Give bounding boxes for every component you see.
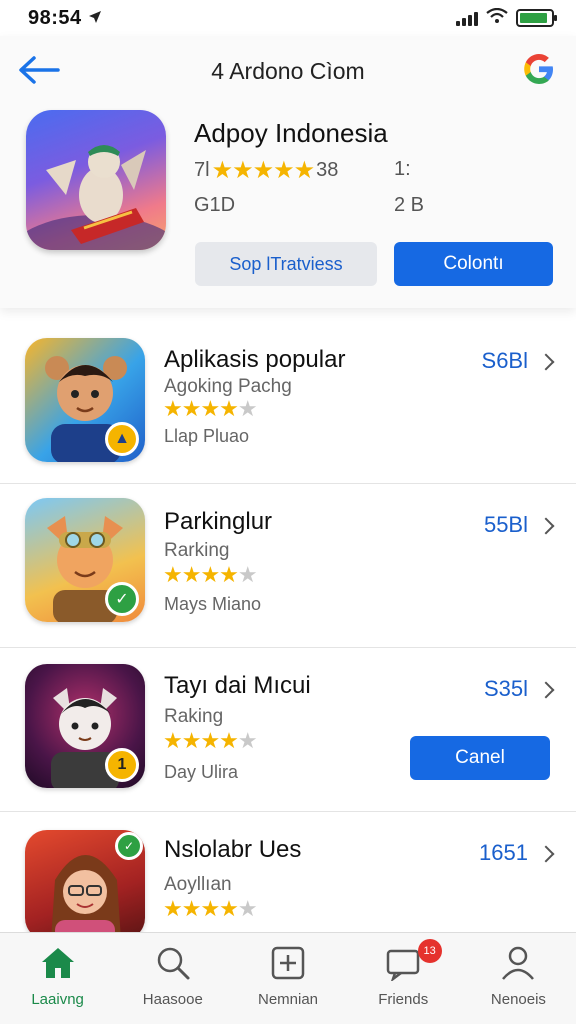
featured-stat-2: 2 B [394,194,425,216]
app-subtitle: Raking [164,706,224,727]
rating-count: 38 [316,159,339,181]
featured-app-size: G1D [194,194,236,216]
app-icon: ✓ [25,498,145,622]
app-badge-icon: ▲ [105,422,139,456]
featured-app-icon[interactable] [26,110,166,250]
app-subtitle: Agoking Pachg [164,376,292,397]
signal-icon [456,10,478,26]
star-rating-icon: ★★★★★ [211,157,316,184]
secondary-action-button[interactable]: Sop lTratviess [195,242,377,286]
battery-icon [516,9,557,27]
chevron-right-icon[interactable] [537,353,555,371]
app-name: Parkinglur [164,508,273,535]
tab-add[interactable]: Nemnian [230,933,345,1024]
app-meta: Day Ulira [164,762,239,782]
list-item[interactable]: ✓ Parkinglur Rarking ★★★★★ Mays Miano 55… [0,484,576,648]
location-arrow-icon [88,7,102,30]
primary-action-button[interactable]: Colontı [394,242,553,286]
featured-app-name: Adpoy Indonesia [194,118,388,148]
search-icon [153,943,193,983]
tab-friends[interactable]: 13 Friends [346,933,461,1024]
cancel-button[interactable]: Canel [410,736,550,780]
chevron-right-icon[interactable] [537,681,555,699]
nav-bar: 4 Ardono Cìom [0,50,576,90]
featured-stat-1: 1: [394,158,411,180]
app-badge-icon: ✓ [105,582,139,616]
tab-label: Friends [378,991,429,1008]
tab-home[interactable]: Laaivng [0,933,115,1024]
rating-prefix: 7l [194,159,210,181]
app-header-card: 4 Ardono Cìom Adpoy Indonesia 7l ★★★★★ 3… [0,36,576,308]
google-logo-icon[interactable] [520,50,558,88]
star-rating-icon: ★★★★★ [163,396,258,421]
app-price[interactable]: 55Bl [484,512,528,538]
home-icon [38,943,78,983]
chevron-right-icon[interactable] [537,517,555,535]
tab-label: Laaivng [31,991,84,1008]
app-subtitle: Rarking [164,540,230,561]
page-title: 4 Ardono Cìom [211,58,365,84]
app-meta: Mays Miano [164,594,262,614]
battery-level [520,13,547,23]
app-price[interactable]: 1651 [479,840,528,866]
app-name: Tayı dai Mıcui [164,672,311,699]
star-rating-icon: ★★★★★ [163,562,258,587]
app-meta: Llap Pluao [164,426,250,446]
tab-profile[interactable]: Nenoeis [461,933,576,1024]
person-icon [498,943,538,983]
app-name: Aplikasis popular [164,346,346,373]
app-price[interactable]: S35l [484,676,528,702]
app-name: Nslolabr Ues [164,836,302,863]
list-item[interactable]: ▲ Aplikasis popular Agoking Pachg ★★★★★ … [0,320,576,484]
status-bar: 98:54 [0,0,576,36]
app-icon: ✓ [25,830,145,940]
tab-label: Nenoeis [490,991,546,1008]
notification-badge: 13 [417,939,442,963]
app-badge-icon: 1 [105,748,139,782]
app-price[interactable]: S6Bl [482,348,528,374]
list-item[interactable]: 1 Tayı dai Mıcui Raking ★★★★★ Day Ulira … [0,648,576,812]
status-indicators [456,7,557,29]
add-square-icon [268,943,308,983]
tab-search[interactable]: Haasooe [115,933,230,1024]
status-time: 98:54 [28,7,102,30]
wifi-icon [486,7,508,29]
featured-app-rating: 7l ★★★★★ 38 [194,156,338,185]
star-rating-icon: ★★★★★ [163,728,258,753]
tab-label: Nemnian [257,991,319,1008]
tab-label: Haasooe [142,991,203,1008]
app-subtitle: Aoyllıan [164,874,232,895]
star-rating-icon: ★★★★★ [163,896,258,921]
bottom-tab-bar: Laaivng Haasooe Nemnian 13 Friends Nenoe… [0,932,576,1024]
app-icon: ▲ [25,338,145,462]
chevron-right-icon[interactable] [537,845,555,863]
app-badge-icon: ✓ [115,832,143,860]
app-icon: 1 [25,664,145,788]
clock-text: 98:54 [28,6,82,29]
